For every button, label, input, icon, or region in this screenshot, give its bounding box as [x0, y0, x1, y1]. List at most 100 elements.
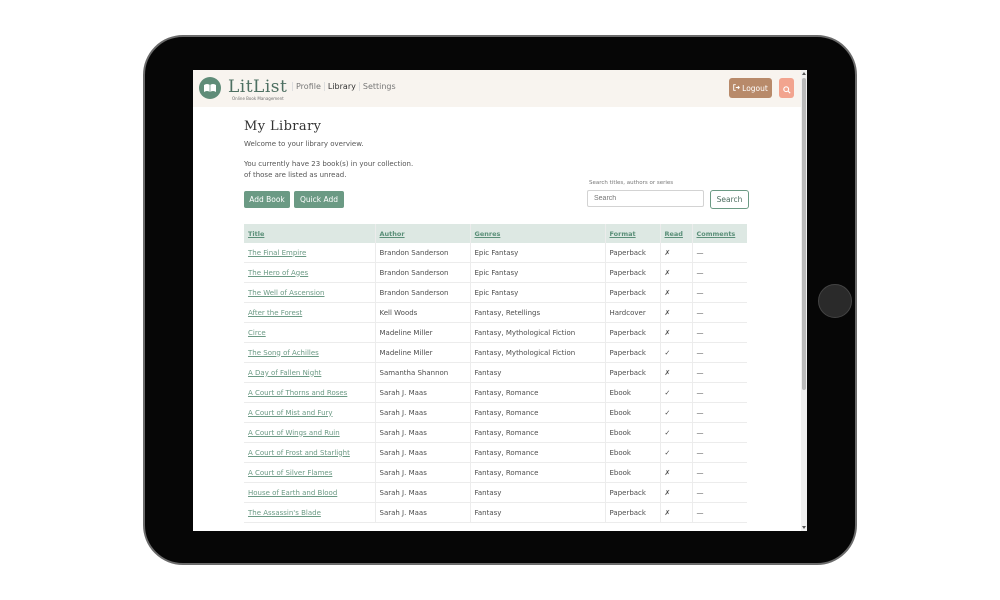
- screen: LitList Online Book Management Profile L…: [193, 70, 807, 531]
- book-title-link[interactable]: The Final Empire: [244, 243, 375, 263]
- book-format: Paperback: [604, 502, 660, 523]
- book-read-status: ✗: [659, 322, 692, 343]
- book-read-status: ✗: [659, 262, 692, 283]
- book-read-status: ✓: [659, 342, 692, 363]
- book-read-status: ✗: [659, 302, 692, 323]
- table-row: A Day of Fallen Night Samantha Shannon F…: [244, 362, 747, 383]
- book-author: Brandon Sanderson: [374, 243, 470, 263]
- column-header-author[interactable]: Author: [374, 224, 470, 243]
- search-input[interactable]: [587, 190, 704, 207]
- book-format: Ebook: [604, 462, 660, 483]
- book-format: Paperback: [604, 482, 660, 503]
- table-row: A Court of Thorns and Roses Sarah J. Maa…: [244, 382, 747, 403]
- book-author: Madeline Miller: [374, 342, 470, 363]
- unread-summary: of those are listed as unread.: [244, 171, 347, 179]
- book-author: Brandon Sanderson: [374, 282, 470, 303]
- add-book-button[interactable]: Add Book: [244, 191, 290, 208]
- book-author: Sarah J. Maas: [374, 442, 470, 463]
- quick-add-button[interactable]: Quick Add: [294, 191, 344, 208]
- book-comments: —: [691, 402, 747, 423]
- book-comments: —: [691, 302, 747, 323]
- book-comments: —: [691, 422, 747, 443]
- book-read-status: ✗: [659, 462, 692, 483]
- brand-tagline: Online Book Management: [232, 96, 284, 101]
- book-genres: Fantasy, Retellings: [469, 302, 605, 323]
- book-comments: —: [691, 382, 747, 403]
- book-genres: Fantasy, Mythological Fiction: [469, 342, 605, 363]
- book-genres: Fantasy, Romance: [469, 422, 605, 443]
- book-title-link[interactable]: A Court of Silver Flames: [244, 462, 375, 483]
- column-header-comments[interactable]: Comments: [691, 224, 747, 243]
- sign-out-icon: [733, 83, 741, 93]
- book-title-link[interactable]: House of Earth and Blood: [244, 482, 375, 503]
- book-comments: —: [691, 482, 747, 503]
- scrollbar-thumb[interactable]: [802, 78, 806, 390]
- scroll-up-arrow-icon[interactable]: [802, 72, 806, 75]
- table-row: Circe Madeline Miller Fantasy, Mythologi…: [244, 322, 747, 343]
- search-icon: [782, 79, 791, 98]
- book-title-link[interactable]: A Court of Thorns and Roses: [244, 382, 375, 403]
- book-title-link[interactable]: The Well of Ascension: [244, 282, 375, 303]
- header-search-button[interactable]: [779, 78, 794, 98]
- book-format: Ebook: [604, 442, 660, 463]
- book-title-link[interactable]: A Court of Frost and Starlight: [244, 442, 375, 463]
- table-row: The Final Empire Brandon Sanderson Epic …: [244, 243, 747, 263]
- page-title: My Library: [244, 119, 322, 134]
- tablet-home-button[interactable]: [818, 284, 852, 318]
- nav-item-settings[interactable]: Settings: [358, 82, 399, 91]
- welcome-text: Welcome to your library overview.: [244, 140, 364, 148]
- book-author: Sarah J. Maas: [374, 462, 470, 483]
- column-header-genres[interactable]: Genres: [469, 224, 605, 243]
- book-title-link[interactable]: The Song of Achilles: [244, 342, 375, 363]
- book-genres: Fantasy, Mythological Fiction: [469, 322, 605, 343]
- book-format: Ebook: [604, 402, 660, 423]
- book-format: Paperback: [604, 322, 660, 343]
- logout-label: Logout: [742, 83, 768, 93]
- book-genres: Fantasy, Romance: [469, 442, 605, 463]
- table-row: A Court of Silver Flames Sarah J. Maas F…: [244, 462, 747, 483]
- table-row: A Court of Wings and Ruin Sarah J. Maas …: [244, 422, 747, 443]
- book-author: Sarah J. Maas: [374, 382, 470, 403]
- column-header-format[interactable]: Format: [604, 224, 660, 243]
- column-header-read[interactable]: Read: [659, 224, 692, 243]
- brand-name[interactable]: LitList: [228, 77, 287, 97]
- book-title-link[interactable]: A Day of Fallen Night: [244, 362, 375, 383]
- nav-links: Profile Library Settings: [292, 82, 399, 91]
- nav-item-profile[interactable]: Profile: [292, 82, 324, 91]
- book-author: Brandon Sanderson: [374, 262, 470, 283]
- book-comments: —: [691, 243, 747, 263]
- book-title-link[interactable]: A Court of Mist and Fury: [244, 402, 375, 423]
- book-genres: Fantasy, Romance: [469, 402, 605, 423]
- book-read-status: ✗: [659, 482, 692, 503]
- nav-item-library[interactable]: Library: [323, 82, 359, 91]
- collection-summary: You currently have 23 book(s) in your co…: [244, 160, 414, 168]
- book-read-status: ✓: [659, 442, 692, 463]
- table-row: The Song of Achilles Madeline Miller Fan…: [244, 342, 747, 363]
- column-header-title[interactable]: Title: [244, 224, 375, 243]
- book-genres: Epic Fantasy: [469, 262, 605, 283]
- table-row: House of Earth and Blood Sarah J. Maas F…: [244, 482, 747, 503]
- table-row: After the Forest Kell Woods Fantasy, Ret…: [244, 302, 747, 323]
- book-comments: —: [691, 442, 747, 463]
- table-row: The Hero of Ages Brandon Sanderson Epic …: [244, 262, 747, 283]
- book-comments: —: [691, 262, 747, 283]
- book-author: Sarah J. Maas: [374, 502, 470, 523]
- search-button[interactable]: Search: [710, 190, 749, 209]
- book-genres: Fantasy, Romance: [469, 462, 605, 483]
- search-label: Search titles, authors or series: [589, 180, 674, 186]
- book-title-link[interactable]: Circe: [244, 322, 375, 343]
- logout-button[interactable]: Logout: [729, 78, 772, 98]
- book-author: Samantha Shannon: [374, 362, 470, 383]
- book-title-link[interactable]: After the Forest: [244, 302, 375, 323]
- book-title-link[interactable]: A Court of Wings and Ruin: [244, 422, 375, 443]
- book-genres: Epic Fantasy: [469, 282, 605, 303]
- open-book-icon: [199, 77, 221, 99]
- book-format: Paperback: [604, 262, 660, 283]
- vertical-scrollbar[interactable]: [801, 70, 807, 531]
- scroll-down-arrow-icon[interactable]: [802, 526, 806, 529]
- book-title-link[interactable]: The Assassin's Blade: [244, 502, 375, 523]
- book-author: Kell Woods: [374, 302, 470, 323]
- book-genres: Fantasy: [469, 482, 605, 503]
- book-genres: Fantasy, Romance: [469, 382, 605, 403]
- book-title-link[interactable]: The Hero of Ages: [244, 262, 375, 283]
